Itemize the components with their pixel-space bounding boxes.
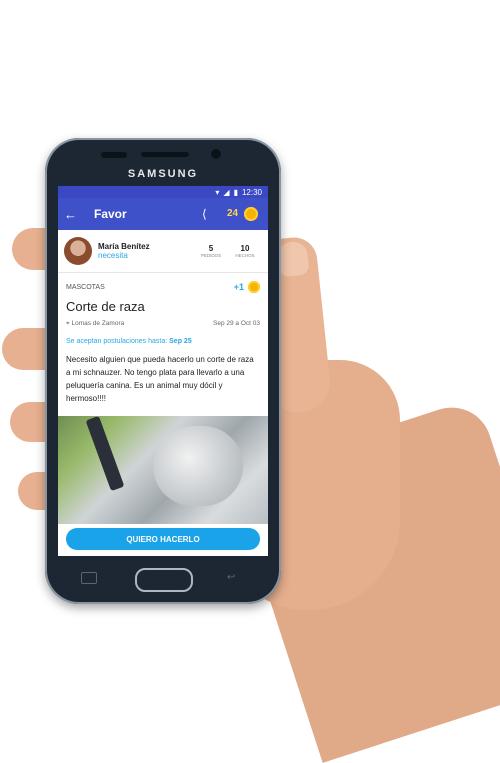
phone: SAMSUNG ▾ ◢ ▮ 12:30 ← Favor ⟨ 24 María B… (45, 138, 281, 604)
status-time: 12:30 (241, 187, 262, 197)
date-range: Sep 29 a Oct 03 (213, 320, 260, 327)
user-summary[interactable]: María Benítez necesita 5 PEDIDOS 10 HECH… (58, 230, 268, 273)
recent-apps-icon[interactable] (81, 572, 97, 584)
quiero-hacerlo-button[interactable]: QUIERO HACERLO (66, 528, 260, 550)
user-role: necesita (98, 251, 128, 260)
screen: ▾ ◢ ▮ 12:30 ← Favor ⟨ 24 María Benítez n… (58, 186, 268, 556)
app-bar: ← Favor ⟨ 24 (58, 198, 268, 230)
category-label: MASCOTAS (66, 283, 105, 291)
user-name: María Benítez (98, 242, 150, 251)
battery-icon: ▮ (233, 187, 238, 197)
share-icon[interactable]: ⟨ (202, 207, 207, 221)
deadline-date: Sep 25 (169, 338, 192, 345)
signal-icon: ◢ (223, 187, 230, 197)
back-nav-icon[interactable]: ↩ (227, 572, 235, 583)
status-bar: ▾ ◢ ▮ 12:30 (58, 186, 268, 198)
dog-collar (85, 415, 125, 492)
post-title: Corte de raza (66, 299, 145, 314)
coin-icon (248, 281, 260, 293)
page-title: Favor (94, 207, 127, 221)
avatar[interactable] (64, 237, 92, 265)
post-description: Necesito alguien que pueda hacerlo un co… (66, 355, 254, 403)
home-button[interactable] (135, 568, 193, 592)
brand-logo: SAMSUNG (127, 168, 199, 180)
post-content: MASCOTAS +1 Corte de raza ⌖ Lomas de Zam… (58, 273, 268, 409)
stat-pedidos: 5 PEDIDOS (200, 244, 222, 258)
coin-count: 24 (227, 208, 239, 219)
stat-hechos: 10 HECHOS (235, 244, 255, 258)
reward-value: +1 (233, 282, 244, 292)
deadline: Se aceptan postulaciones hasta: Sep 25 (66, 338, 192, 345)
phone-top: SAMSUNG (45, 138, 281, 184)
arrow-left-icon[interactable]: ← (64, 207, 82, 222)
location-row: ⌖ Lomas de Zamora Sep 29 a Oct 03 (66, 320, 260, 328)
category-row: MASCOTAS +1 (66, 281, 260, 293)
speaker (141, 152, 189, 157)
sensor (101, 152, 127, 158)
post-photo[interactable] (58, 415, 268, 524)
front-camera (211, 149, 221, 159)
location: ⌖ Lomas de Zamora (66, 320, 125, 327)
location-pin-icon: ⌖ (66, 320, 70, 327)
wifi-icon: ▾ (215, 187, 220, 197)
dog-head (153, 426, 243, 506)
reward: +1 (234, 281, 260, 293)
coin-icon[interactable] (244, 207, 258, 221)
